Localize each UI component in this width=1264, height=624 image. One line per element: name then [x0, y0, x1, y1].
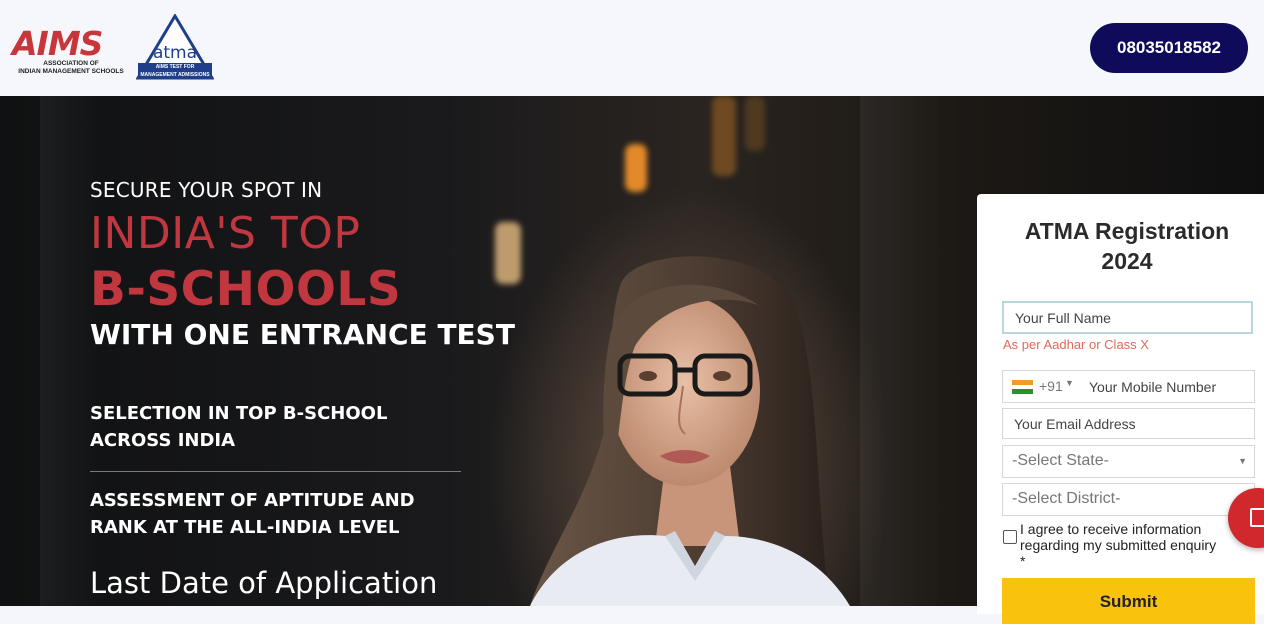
consent-line1: I agree to receive information [1020, 521, 1202, 537]
india-flag-icon[interactable] [1012, 380, 1033, 394]
email-input[interactable] [1002, 408, 1255, 439]
hero-headline-line1: INDIA'S TOP [90, 208, 361, 259]
atma-logo-text: atma [153, 43, 197, 63]
consent-line2: regarding my submitted enquiry [1020, 537, 1217, 553]
district-select[interactable]: -Select District- [1002, 483, 1255, 516]
aims-subtitle-line2: INDIAN MANAGEMENT SCHOOLS [18, 68, 124, 75]
feature-divider [90, 471, 461, 472]
aims-logo-subtitle: ASSOCIATION OF INDIAN MANAGEMENT SCHOOLS [10, 60, 132, 76]
mobile-number-field: +91 ▼ [1002, 370, 1264, 403]
hero-headline-line3: WITH ONE ENTRANCE TEST [90, 318, 515, 351]
feature-line: ACROSS INDIA [90, 430, 236, 451]
state-select-value: -Select State- [1012, 452, 1109, 469]
form-title: ATMA Registration 2024 [977, 216, 1264, 276]
chat-icon [1250, 508, 1264, 527]
feature-line: ASSESSMENT OF APTITUDE AND [90, 490, 415, 511]
district-select-value: -Select District- [1012, 490, 1121, 507]
form-title-line1: ATMA Registration [1024, 218, 1230, 244]
feature-item: ASSESSMENT OF APTITUDE AND RANK AT THE A… [90, 487, 470, 541]
atma-caption-line2: MANAGEMENT ADMISSIONS [140, 72, 210, 78]
consent-text: I agree to receive information regarding… [1020, 521, 1264, 569]
feature-line: RANK AT THE ALL-INDIA LEVEL [90, 517, 400, 538]
atma-caption: AIMS TEST FOR MANAGEMENT ADMISSIONS [138, 63, 212, 79]
full-name-input[interactable] [1002, 301, 1253, 334]
submit-button[interactable]: Submit [1002, 578, 1255, 624]
consent-required-mark: * [1020, 553, 1026, 569]
state-select[interactable]: -Select State- ▼ [1002, 445, 1255, 478]
feature-line: SELECTION IN TOP B-SCHOOL [90, 403, 388, 424]
form-title-line2: 2024 [1101, 248, 1153, 274]
phone-number-button[interactable]: 08035018582 [1090, 23, 1248, 73]
aims-subtitle-line1: ASSOCIATION OF [43, 60, 99, 67]
bokeh-light [712, 96, 736, 176]
full-name-hint: As per Aadhar or Class X [1003, 337, 1149, 352]
consent-checkbox[interactable] [1003, 530, 1017, 544]
caret-down-icon: ▼ [1238, 456, 1247, 466]
caret-down-icon[interactable]: ▼ [1065, 378, 1074, 388]
registration-form: ATMA Registration 2024 As per Aadhar or … [977, 194, 1264, 624]
feature-item: SELECTION IN TOP B-SCHOOL ACROSS INDIA [90, 400, 470, 454]
atma-caption-line1: AIMS TEST FOR [155, 64, 195, 70]
bokeh-light [625, 144, 647, 192]
aims-logo[interactable]: AIMS ASSOCIATION OF INDIAN MANAGEMENT SC… [10, 24, 130, 80]
hero-headline-line2: B-SCHOOLS [90, 262, 402, 317]
student-photo [530, 256, 850, 606]
hero-tagline: SECURE YOUR SPOT IN [90, 178, 323, 202]
country-code[interactable]: +91 [1039, 378, 1063, 394]
aims-logo-text: AIMS [12, 24, 103, 63]
site-header: AIMS ASSOCIATION OF INDIAN MANAGEMENT SC… [0, 0, 1264, 96]
last-date-heading: Last Date of Application [90, 566, 438, 600]
bokeh-light [745, 96, 765, 151]
mobile-number-input[interactable] [1079, 371, 1264, 402]
